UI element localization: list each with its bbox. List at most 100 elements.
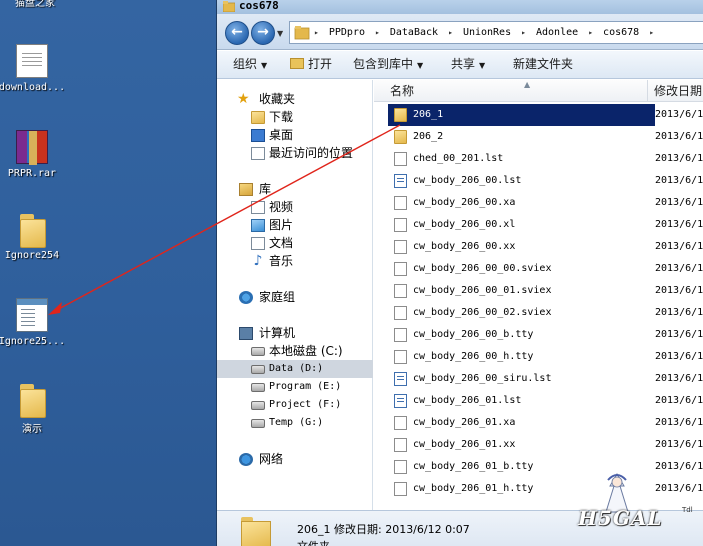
breadcrumb-separator[interactable]: ▸ (588, 28, 593, 37)
breadcrumb-item[interactable]: DataBack (390, 27, 438, 38)
nav-drive-f[interactable]: Project (F:) (217, 396, 373, 414)
sort-arrow-icon: ▲ (524, 80, 531, 89)
nav-drive-d[interactable]: Data (D:) (217, 360, 373, 378)
file-date: 2013/6/12 (655, 219, 703, 230)
file-icon (394, 196, 407, 210)
nav-downloads[interactable]: 下载 (217, 108, 373, 126)
nav-desktop[interactable]: 桌面 (217, 126, 373, 144)
nav-libraries[interactable]: 库 (217, 180, 373, 198)
hard-drive-icon (251, 419, 265, 428)
list-file-icon (394, 372, 407, 386)
breadcrumb-item[interactable]: Adonlee (536, 27, 578, 38)
organize-button[interactable]: 组织 ▼ (233, 57, 267, 73)
desktop-icon-yanshi[interactable]: 演示 (0, 382, 70, 435)
folder-icon (394, 108, 407, 122)
file-name: cw_body_206_00_02.sviex (413, 307, 552, 318)
desktop-icon-label: 演示 (22, 424, 42, 435)
nav-favorites[interactable]: ★ 收藏夹 (217, 90, 373, 108)
file-row[interactable]: 206_2 2013/6/12 (388, 126, 703, 148)
desktop-icon-ignore25-shortcut[interactable]: Ignore25... (0, 298, 70, 347)
recent-pages-dropdown[interactable]: ▼ (277, 29, 283, 38)
file-row[interactable]: cw_body_206_01.xa 2013/6/12 (388, 412, 703, 434)
open-button[interactable]: 打开 (290, 57, 332, 72)
new-folder-button[interactable]: 新建文件夹 (513, 57, 573, 72)
open-folder-icon (290, 58, 304, 69)
column-name-header[interactable]: ▲ 名称 (374, 80, 648, 102)
file-row[interactable]: cw_body_206_00_02.sviex 2013/6/12 (388, 302, 703, 324)
file-row[interactable]: cw_body_206_00.lst 2013/6/12 (388, 170, 703, 192)
file-row[interactable]: cw_body_206_00_01.sviex 2013/6/12 (388, 280, 703, 302)
chevron-down-icon: ▼ (261, 61, 268, 70)
title-bar[interactable]: cos678 (217, 0, 703, 14)
breadcrumb-separator[interactable]: ▸ (521, 28, 526, 37)
breadcrumb-separator[interactable]: ▸ (649, 28, 654, 37)
file-row[interactable]: cw_body_206_00.xl 2013/6/12 (388, 214, 703, 236)
forward-button[interactable]: → (251, 21, 275, 45)
address-field[interactable]: ▸ PPDpro ▸ DataBack ▸ UnionRes ▸ Adonlee… (289, 21, 703, 44)
file-row[interactable]: cw_body_206_00_h.tty 2013/6/12 (388, 346, 703, 368)
nav-drive-c[interactable]: 本地磁盘 (C:) (217, 342, 373, 360)
homegroup-icon (239, 291, 253, 304)
include-in-library-button[interactable]: 包含到库中 ▼ (353, 57, 423, 73)
file-icon (394, 438, 407, 452)
watermark: H5GAL Tdl (560, 470, 700, 540)
folder-icon (241, 517, 271, 546)
desktop-icon-ignore254[interactable]: Ignore254 (0, 212, 70, 261)
file-icon (394, 416, 407, 430)
nav-documents[interactable]: 文档 (217, 234, 373, 252)
file-date: 2013/6/12 (655, 351, 703, 362)
file-name: 206_1 (413, 109, 444, 120)
file-row[interactable]: ched_00_201.lst 2013/6/12 (388, 148, 703, 170)
nav-pictures[interactable]: 图片 (217, 216, 373, 234)
back-button[interactable]: ← (225, 21, 249, 45)
file-date: 2013/6/12 (655, 131, 703, 142)
file-row[interactable]: cw_body_206_00.xx 2013/6/12 (388, 236, 703, 258)
picture-icon (251, 219, 265, 232)
nav-drive-e[interactable]: Program (E:) (217, 378, 373, 396)
nav-drive-g[interactable]: Temp (G:) (217, 414, 373, 432)
file-row[interactable]: cw_body_206_00_00.sviex 2013/6/12 (388, 258, 703, 280)
file-name: cw_body_206_01_h.tty (413, 483, 534, 494)
nav-videos[interactable]: 视频 (217, 198, 373, 216)
file-date: 2013/6/12 (655, 175, 703, 186)
file-row[interactable]: cw_body_206_01.lst 2013/6/12 (388, 390, 703, 412)
nav-label: 最近访问的位置 (269, 146, 354, 160)
computer-icon (239, 327, 253, 340)
column-date-header[interactable]: 修改日期 (648, 80, 703, 102)
file-row[interactable]: cw_body_206_01.xx 2013/6/12 (388, 434, 703, 456)
include-label: 包含到库中 (353, 57, 414, 71)
nav-homegroup[interactable]: 家庭组 (217, 288, 373, 306)
file-icon (394, 460, 407, 474)
file-row[interactable]: cw_body_206_00_b.tty 2013/6/12 (388, 324, 703, 346)
file-row[interactable]: cw_body_206_00.xa 2013/6/12 (388, 192, 703, 214)
nav-music[interactable]: ♪ 音乐 (217, 252, 373, 270)
breadcrumb-item[interactable]: PPDpro (329, 27, 365, 38)
nav-label: 视频 (269, 200, 294, 214)
nav-recent-places[interactable]: 最近访问的位置 (217, 144, 373, 162)
file-name: cw_body_206_00.xx (413, 241, 516, 252)
file-row[interactable]: 206_1 2013/6/12 (388, 104, 703, 126)
file-name: ched_00_201.lst (413, 153, 504, 164)
desktop-icon-download[interactable]: download... (0, 44, 70, 93)
recent-places-icon (251, 147, 265, 160)
breadcrumb-separator[interactable]: ▸ (375, 28, 380, 37)
nav-label: 库 (259, 182, 272, 196)
nav-computer[interactable]: 计算机 (217, 324, 373, 342)
file-date: 2013/6/12 (655, 373, 703, 384)
file-row[interactable]: cw_body_206_00_siru.lst 2013/6/12 (388, 368, 703, 390)
file-name: cw_body_206_00_01.sviex (413, 285, 552, 296)
share-button[interactable]: 共享 ▼ (451, 57, 485, 73)
file-name: cw_body_206_01.xa (413, 417, 516, 428)
breadcrumb-separator[interactable]: ▸ (448, 28, 453, 37)
desktop-icon-prpr-rar[interactable]: PRPR.rar (0, 130, 70, 179)
breadcrumb-separator[interactable]: ▸ (314, 28, 319, 37)
breadcrumb-item[interactable]: cos678 (603, 27, 639, 38)
library-icon (239, 183, 253, 196)
file-name: cw_body_206_00_b.tty (413, 329, 534, 340)
nav-network[interactable]: 网络 (217, 450, 373, 468)
breadcrumb: ▸ PPDpro ▸ DataBack ▸ UnionRes ▸ Adonlee… (314, 25, 658, 40)
breadcrumb-item[interactable]: UnionRes (463, 27, 511, 38)
file-icon (394, 262, 407, 276)
nav-label: 本地磁盘 (C:) (269, 344, 343, 358)
file-icon (394, 350, 407, 364)
